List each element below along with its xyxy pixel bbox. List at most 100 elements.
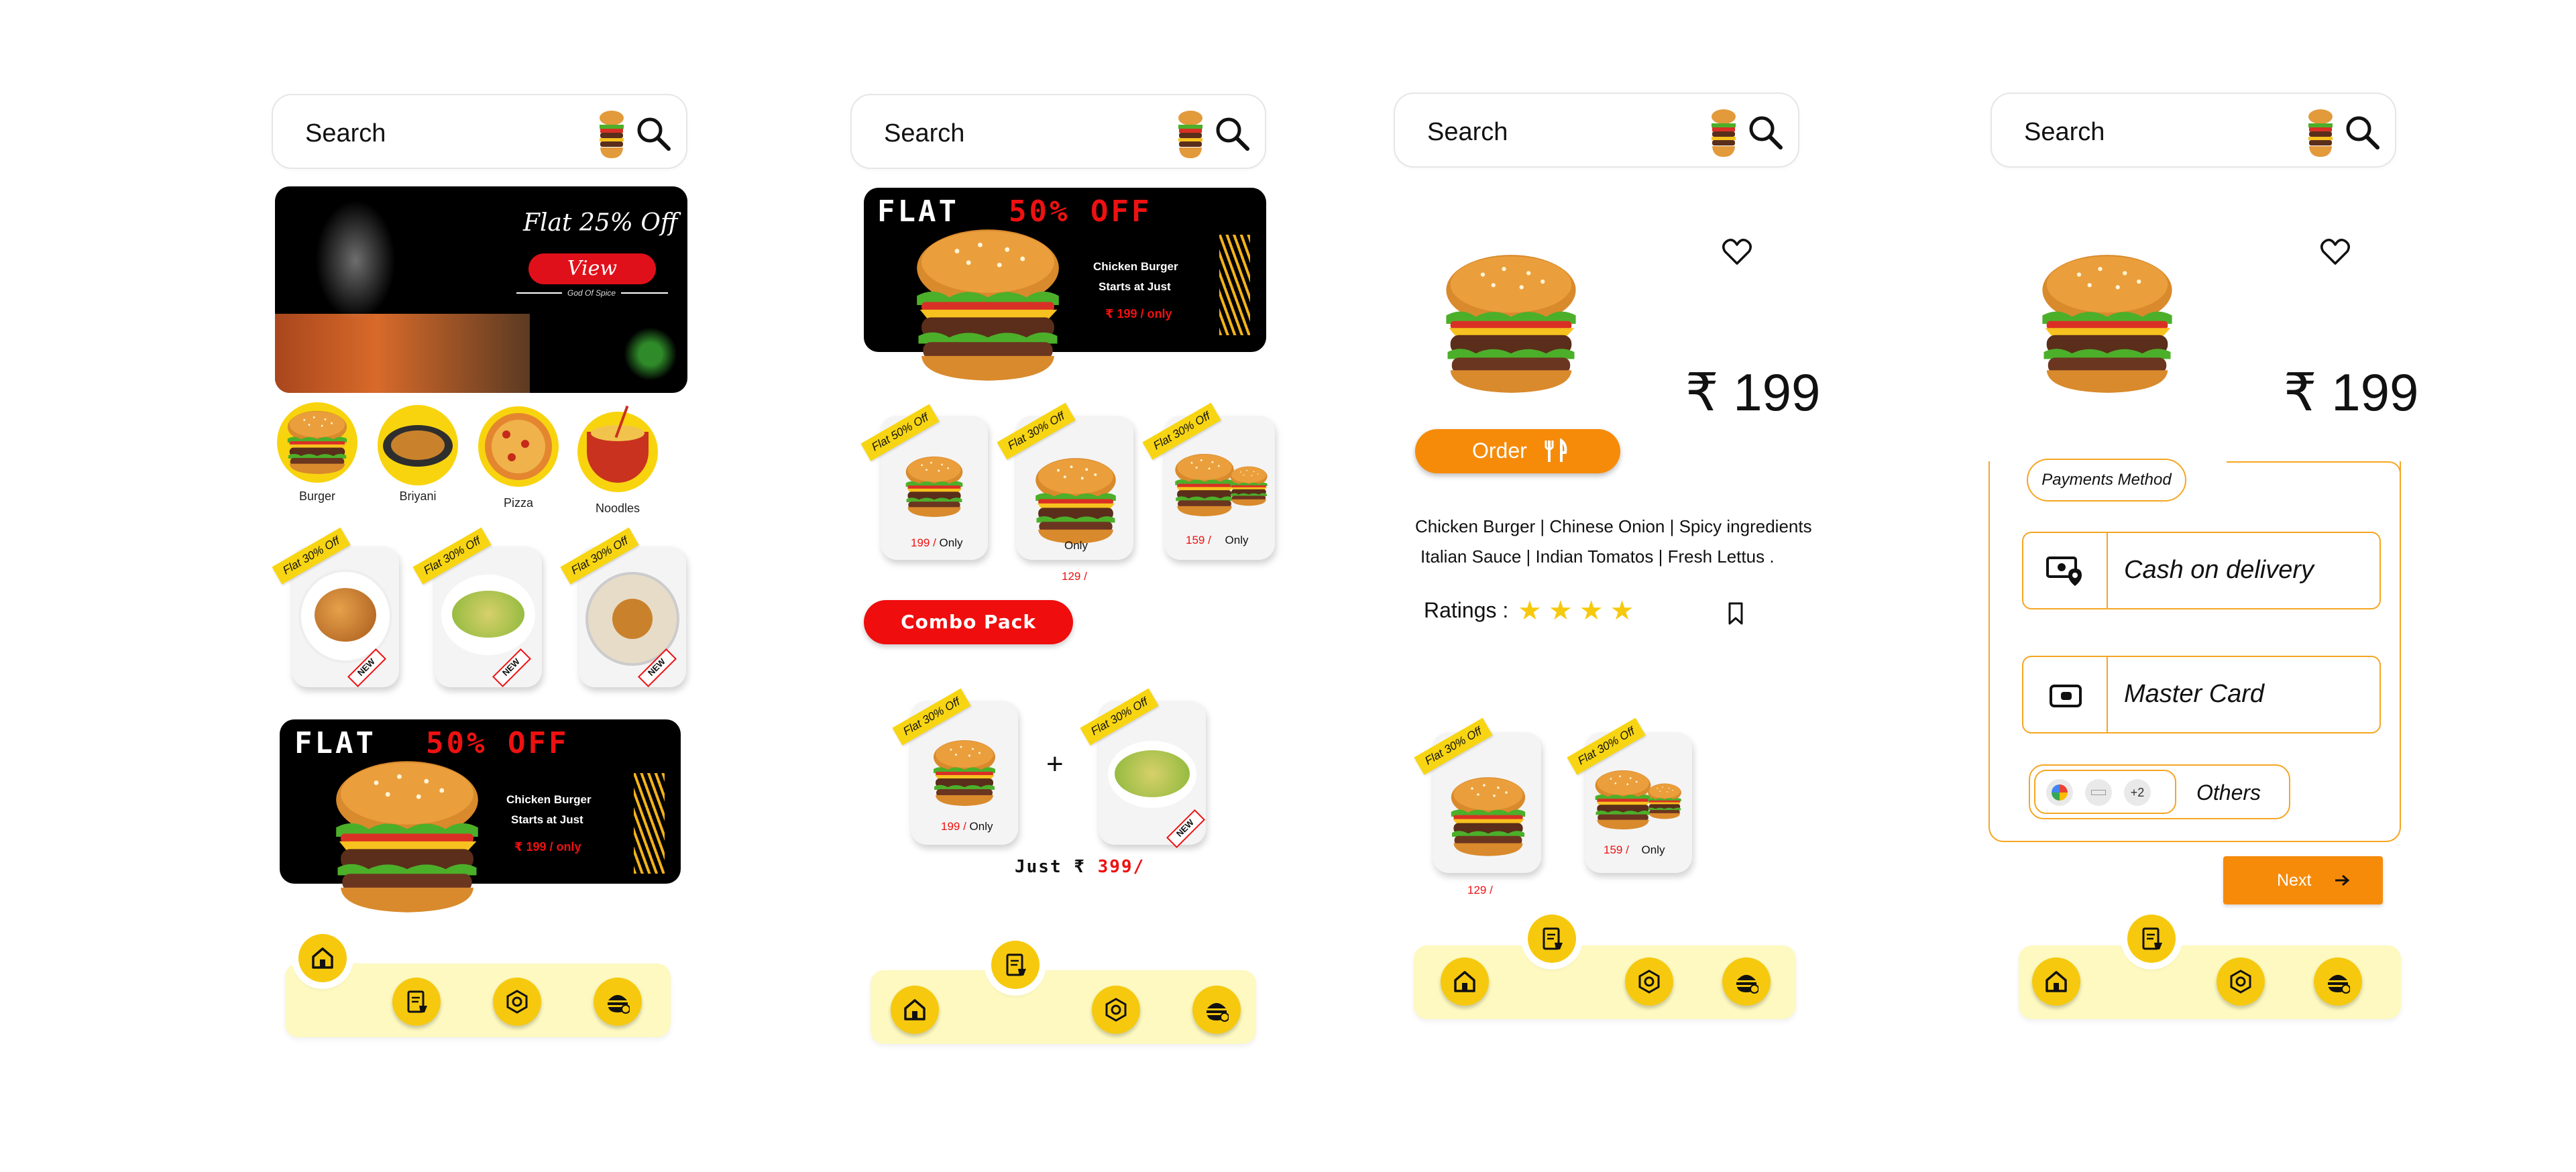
- search-bar[interactable]: Search: [1394, 93, 1799, 168]
- ratings-label: Ratings :: [1424, 598, 1509, 622]
- fries-image: [634, 773, 665, 874]
- promo-banner[interactable]: Flat 25% Off View God Of Spice: [275, 186, 687, 393]
- nav-orders[interactable]: [392, 978, 441, 1026]
- plus-sign: +: [1046, 748, 1064, 780]
- burger-logo-icon: [1178, 111, 1202, 158]
- banner-tagline: God Of Spice: [562, 288, 622, 298]
- nav-home[interactable]: [2032, 957, 2080, 1006]
- search-icon[interactable]: [1214, 115, 1250, 152]
- burger-image: [1648, 783, 1681, 819]
- others-label: Others: [2196, 780, 2261, 805]
- burger-image: [2042, 255, 2172, 393]
- payment-option-mastercard[interactable]: Master Card: [2022, 656, 2381, 734]
- product-price: ₹ 199: [1685, 363, 1821, 422]
- nav-menu[interactable]: [594, 978, 642, 1026]
- upi-icon: [2085, 779, 2112, 806]
- cutlery-icon: [1545, 438, 1567, 462]
- nav-menu[interactable]: [1722, 957, 1771, 1006]
- nav-orders[interactable]: [1528, 915, 1576, 963]
- burger-logo-icon: [1712, 109, 1736, 157]
- next-button[interactable]: Next: [2223, 856, 2383, 904]
- category-label: Pizza: [503, 496, 533, 510]
- settings-icon: [1638, 970, 1660, 994]
- card-price: 159 / Only: [1604, 843, 1665, 856]
- search-input[interactable]: Search: [884, 119, 964, 148]
- nav-settings[interactable]: [1625, 957, 1673, 1006]
- category-burger[interactable]: [277, 402, 357, 483]
- menu-icon: [1736, 974, 1758, 994]
- screen-offers: Search FLAT 50% OFF Chicken Burger Start…: [844, 0, 1353, 1172]
- banner-flat: FLAT: [294, 726, 376, 760]
- payment-option-cod[interactable]: Cash on delivery: [2022, 532, 2381, 609]
- orders-icon: [2142, 927, 2164, 951]
- nav-settings[interactable]: [1092, 986, 1140, 1034]
- settings-icon: [2230, 970, 2251, 994]
- nav-home[interactable]: [298, 934, 347, 982]
- nav-orders[interactable]: [991, 941, 1040, 989]
- search-input[interactable]: Search: [1427, 118, 1508, 147]
- payment-option-others[interactable]: +2 Others: [2029, 764, 2290, 819]
- search-icon[interactable]: [635, 115, 671, 152]
- burger-image: [1230, 466, 1268, 506]
- burger-image: [1175, 453, 1234, 517]
- nav-settings[interactable]: [493, 978, 541, 1026]
- orders-icon: [1543, 927, 1564, 951]
- payment-label: Master Card: [2124, 680, 2265, 708]
- card-price: 129 /: [1062, 570, 1087, 583]
- payments-method-label: Payments Method: [2027, 459, 2186, 502]
- settings-icon: [506, 990, 528, 1014]
- card-icon: [2050, 685, 2082, 707]
- combo-total: Just ₹ 399/: [1015, 857, 1145, 877]
- search-bar[interactable]: Search: [850, 94, 1266, 169]
- view-button[interactable]: View: [528, 253, 656, 284]
- nav-menu[interactable]: [2314, 957, 2362, 1006]
- settings-icon: [1105, 998, 1127, 1022]
- star-icon: ★: [1518, 596, 1549, 626]
- category-briyani[interactable]: [378, 405, 458, 485]
- search-input[interactable]: Search: [305, 119, 386, 148]
- card-price: 199 / Only: [911, 536, 963, 549]
- banner-line1: Chicken Burger: [1093, 260, 1178, 273]
- nav-home[interactable]: [891, 986, 939, 1034]
- herb-image: [624, 327, 677, 381]
- orders-icon: [1006, 953, 1027, 977]
- card-suffix: Only: [1064, 539, 1088, 552]
- favorite-heart-icon[interactable]: [1722, 238, 1752, 265]
- search-bar[interactable]: Search: [1991, 93, 2396, 168]
- nav-home[interactable]: [1441, 957, 1489, 1006]
- ingredients-line-1: Chicken Burger | Chinese Onion | Spicy i…: [1415, 516, 1812, 536]
- combo-pack-button[interactable]: Combo Pack: [864, 600, 1073, 644]
- banner-line2: Starts at Just: [511, 813, 583, 826]
- nav-menu[interactable]: [1192, 986, 1241, 1034]
- star-icon: ★: [1548, 596, 1579, 626]
- food-image: [275, 314, 530, 393]
- order-button[interactable]: Order: [1415, 429, 1620, 473]
- home-icon: [1454, 971, 1475, 992]
- bookmark-icon[interactable]: [1728, 602, 1744, 625]
- promo-banner-50[interactable]: FLAT 50% OFF Chicken Burger Starts at Ju…: [864, 188, 1266, 381]
- promo-banner-50[interactable]: FLAT 50% OFF Chicken Burger Starts at Ju…: [280, 719, 681, 913]
- home-icon: [312, 947, 333, 969]
- banner-price: ₹ 199 / only: [514, 840, 581, 854]
- fries-image: [1219, 235, 1250, 335]
- search-icon[interactable]: [1747, 114, 1783, 150]
- star-icon: ★: [1579, 596, 1610, 626]
- category-label: Noodles: [595, 502, 640, 515]
- orders-icon: [407, 990, 429, 1014]
- ingredients-line-2: Italian Sauce | Indian Tomatos | Fresh L…: [1420, 546, 1775, 567]
- favorite-heart-icon[interactable]: [2320, 238, 2350, 265]
- category-pizza[interactable]: [478, 406, 559, 487]
- nav-orders[interactable]: [2127, 915, 2176, 963]
- payment-label: Cash on delivery: [2124, 556, 2314, 584]
- burger-logo-icon: [600, 111, 624, 158]
- burger-image: [905, 456, 963, 518]
- banner-price: ₹ 199 / only: [1105, 307, 1172, 320]
- search-icon[interactable]: [2344, 114, 2380, 150]
- search-input[interactable]: Search: [2024, 118, 2105, 147]
- menu-icon: [1206, 1002, 1229, 1022]
- home-icon: [904, 999, 926, 1020]
- category-noodles[interactable]: [577, 405, 658, 492]
- home-icon: [2046, 971, 2067, 992]
- search-bar[interactable]: Search: [272, 94, 687, 169]
- nav-settings[interactable]: [2217, 957, 2265, 1006]
